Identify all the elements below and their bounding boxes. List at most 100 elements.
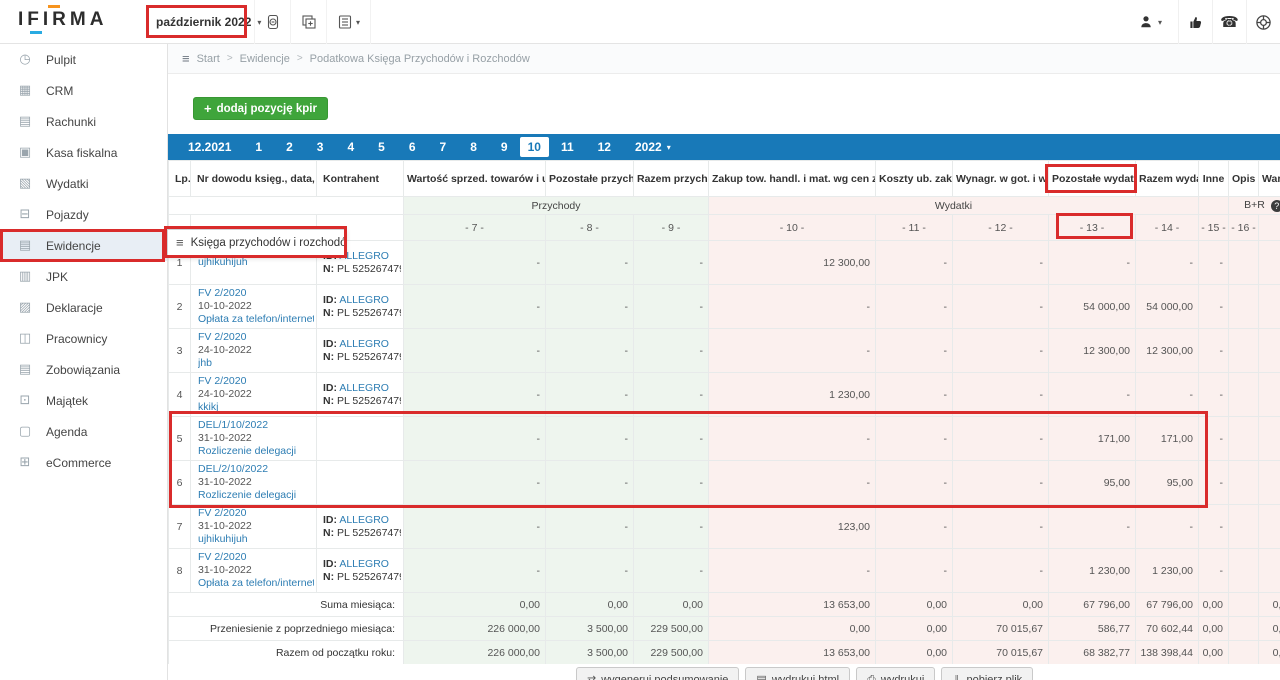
- value-cell: [1229, 329, 1259, 373]
- breadcrumb-item[interactable]: Ewidencje: [240, 53, 290, 65]
- footer-button-generate[interactable]: ⇄wygeneruj podsumowanie: [576, 667, 739, 680]
- quick-actions: ▾: [254, 0, 371, 44]
- feedback-button[interactable]: [1178, 0, 1212, 44]
- doc-number[interactable]: DEL/2/10/2022: [198, 463, 314, 476]
- month-tab-12.2021[interactable]: 12.2021: [176, 134, 243, 160]
- doc-description[interactable]: Opłata za telefon/internet: [198, 577, 314, 590]
- month-tab-12[interactable]: 12: [586, 134, 623, 160]
- breadcrumb-item[interactable]: Start: [197, 53, 220, 65]
- add-kpir-entry-button[interactable]: + dodaj pozycję kpir: [193, 97, 328, 120]
- kontrahent-nip-value: PL 5252674798: [337, 351, 401, 363]
- contact-phone-button[interactable]: ☎: [1212, 0, 1246, 44]
- user-menu-button[interactable]: ▾: [1122, 0, 1178, 44]
- sidebar-item-ecommerce[interactable]: ⊞eCommerce: [0, 447, 167, 478]
- kontrahent-name[interactable]: ALLEGRO: [339, 294, 389, 306]
- breadcrumb-item[interactable]: Podatkowa Księga Przychodów i Rozchodów: [310, 53, 530, 65]
- doc-cell: FV 2/202031-10-2022Opłata za telefon/int…: [191, 549, 317, 593]
- value-cell: 171,00: [1136, 417, 1199, 461]
- summary-value: 68 382,77: [1049, 641, 1136, 665]
- value-cell: -: [953, 285, 1049, 329]
- value-cell: 123,00: [709, 505, 876, 549]
- value-cell: [1259, 417, 1280, 461]
- help-support-button[interactable]: [1246, 0, 1280, 44]
- kontrahent-name[interactable]: ALLEGRO: [339, 382, 389, 394]
- hamburger-icon[interactable]: ≡: [182, 51, 190, 66]
- crm-icon: ▦: [17, 83, 33, 98]
- month-tab-5[interactable]: 5: [366, 134, 397, 160]
- doc-description[interactable]: Rozliczenie delegacji: [198, 489, 314, 502]
- ifirma-logo[interactable]: IFIRMA: [18, 9, 107, 31]
- sidebar-item-majątek[interactable]: ⊡Majątek: [0, 385, 167, 416]
- doc-date: 10-10-2022: [198, 300, 314, 313]
- footer-button-print-html[interactable]: ▤wydrukuj html: [745, 667, 850, 680]
- doc-description[interactable]: kkikj: [198, 401, 314, 414]
- month-tab-11[interactable]: 11: [549, 134, 586, 160]
- kontrahent-name[interactable]: ALLEGRO: [339, 338, 389, 350]
- summary-value: 0,00: [709, 617, 876, 641]
- footer-button-print[interactable]: ⎙wydrukuj: [856, 667, 935, 680]
- doc-number[interactable]: FV 2/2020: [198, 507, 314, 520]
- calculator-button[interactable]: [255, 0, 291, 44]
- value-cell: -: [546, 505, 634, 549]
- month-tab-10[interactable]: 10: [520, 137, 549, 157]
- plus-icon: +: [204, 101, 212, 116]
- group-wydatki: Wydatki: [709, 197, 1199, 215]
- sidebar-item-jpk[interactable]: ▥JPK: [0, 261, 167, 292]
- kontrahent-id-line: ID: ALLEGRO: [323, 558, 401, 571]
- notes-menu-button[interactable]: ▾: [327, 0, 371, 44]
- doc-number[interactable]: FV 2/2020: [198, 375, 314, 388]
- doc-description[interactable]: Rozliczenie delegacji: [198, 445, 314, 458]
- doc-description[interactable]: jhb: [198, 357, 314, 370]
- col-header: Pozostałe wydatki: [1049, 161, 1136, 197]
- col-number: - 13 -: [1049, 215, 1136, 241]
- month-tab-9[interactable]: 9: [489, 134, 520, 160]
- notes-list-icon: [337, 14, 353, 30]
- doc-number[interactable]: FV 2/2020: [198, 331, 314, 344]
- help-icon[interactable]: ?: [1271, 200, 1280, 212]
- month-tab-3[interactable]: 3: [305, 134, 336, 160]
- summary-value: 0,00: [634, 593, 709, 617]
- topbar-right: ▾ ☎: [1122, 0, 1280, 44]
- month-selector[interactable]: październik 2022 ▾: [156, 0, 261, 44]
- month-tab-4[interactable]: 4: [335, 134, 366, 160]
- month-tab-6[interactable]: 6: [397, 134, 428, 160]
- doc-description[interactable]: Opłata za telefon/internet: [198, 313, 314, 326]
- month-tab-2[interactable]: 2: [274, 134, 305, 160]
- sidebar-item-agenda[interactable]: ▢Agenda: [0, 416, 167, 447]
- sidebar-item-ewidencje[interactable]: ▤Ewidencje: [0, 230, 167, 261]
- table-row: 5DEL/1/10/202231-10-2022Rozliczenie dele…: [169, 417, 1280, 461]
- submenu-item-ksiega-przychodow[interactable]: ≡ Księga przychodów i rozchodów: [167, 229, 346, 256]
- footer-button-download[interactable]: ⇓pobierz plik: [941, 667, 1033, 680]
- sidebar-item-deklaracje[interactable]: ▨Deklaracje: [0, 292, 167, 323]
- year-tab[interactable]: 2022 ▾: [623, 134, 683, 160]
- sidebar-item-pulpit[interactable]: ◷Pulpit: [0, 44, 167, 75]
- value-cell: -: [1199, 373, 1229, 417]
- doc-description[interactable]: ujhikuhijuh: [198, 256, 314, 269]
- month-tab-7[interactable]: 7: [428, 134, 459, 160]
- sidebar-item-rachunki[interactable]: ▤Rachunki: [0, 106, 167, 137]
- sidebar-item-pracownicy[interactable]: ◫Pracownicy: [0, 323, 167, 354]
- doc-number[interactable]: FV 2/2020: [198, 551, 314, 564]
- new-document-button[interactable]: [291, 0, 327, 44]
- month-tab-8[interactable]: 8: [458, 134, 489, 160]
- doc-number[interactable]: FV 2/2020: [198, 287, 314, 300]
- liabilities-icon: ▤: [17, 362, 33, 377]
- kontrahent-nip-line: N: PL 5252674798: [323, 395, 401, 408]
- month-tab-1[interactable]: 1: [243, 134, 274, 160]
- sidebar-item-crm[interactable]: ▦CRM: [0, 75, 167, 106]
- kontrahent-nip-value: PL 5252674798: [337, 527, 401, 539]
- chevron-down-icon: ▾: [667, 143, 671, 152]
- kontrahent-name[interactable]: ALLEGRO: [339, 250, 389, 262]
- doc-number[interactable]: DEL/1/10/2022: [198, 419, 314, 432]
- kontrahent-name[interactable]: ALLEGRO: [339, 558, 389, 570]
- col-number: - 10 -: [709, 215, 876, 241]
- value-cell: 1 230,00: [1136, 549, 1199, 593]
- doc-description[interactable]: ujhikuhijuh: [198, 533, 314, 546]
- doc-cell: DEL/1/10/202231-10-2022Rozliczenie deleg…: [191, 417, 317, 461]
- sidebar-item-zobowiązania[interactable]: ▤Zobowiązania: [0, 354, 167, 385]
- sidebar-item-kasa-fiskalna[interactable]: ▣Kasa fiskalna: [0, 137, 167, 168]
- sidebar-item-pojazdy[interactable]: ⊟Pojazdy: [0, 199, 167, 230]
- download-icon: ⇓: [952, 673, 961, 680]
- kontrahent-name[interactable]: ALLEGRO: [339, 514, 389, 526]
- sidebar-item-wydatki[interactable]: ▧Wydatki: [0, 168, 167, 199]
